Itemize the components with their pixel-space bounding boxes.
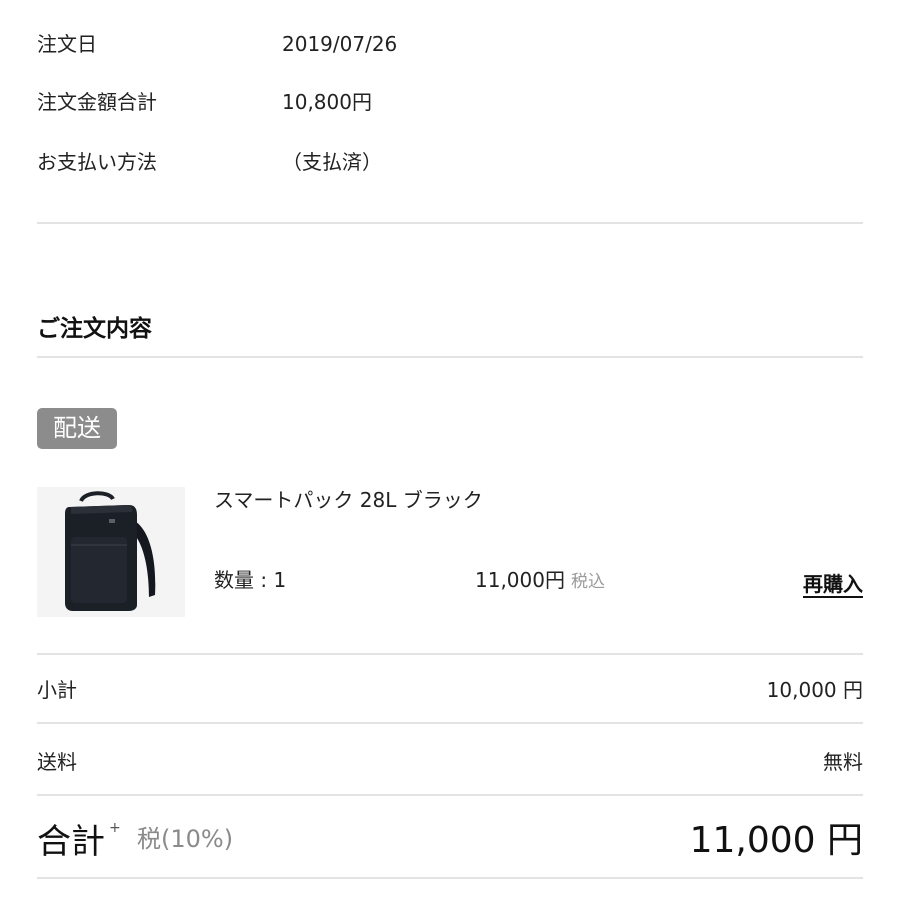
divider: [37, 653, 863, 655]
shipping-value: 無料: [823, 750, 863, 774]
rebuy-link[interactable]: 再購入: [803, 569, 863, 599]
divider: [37, 794, 863, 796]
product-name[interactable]: スマートパック 28L ブラック: [214, 484, 483, 516]
subtotal-value: 10,000 円: [766, 678, 863, 702]
payment-method-value: （支払済）: [282, 150, 382, 174]
total-plus-mark: +: [109, 820, 121, 836]
product-price: 11,000円 税込: [475, 565, 605, 597]
total-tax-note: 税(10%): [137, 825, 234, 853]
divider: [37, 222, 863, 224]
shipping-row: 送料 無料: [37, 747, 863, 777]
total-row: 合計 + 税(10%) 11,000 円: [37, 812, 863, 868]
total-value: 11,000 円: [689, 820, 863, 861]
order-amount-value: 10,800円: [282, 90, 372, 114]
subtotal-label: 小計: [37, 678, 77, 702]
payment-method-label: お支払い方法: [37, 150, 157, 174]
divider: [37, 356, 863, 358]
tax-included-note: 税込: [570, 572, 605, 592]
subtotal-row: 小計 10,000 円: [37, 675, 863, 705]
shipping-label: 送料: [37, 750, 77, 774]
order-date-label: 注文日: [37, 32, 97, 56]
order-date-value: 2019/07/26: [282, 32, 398, 56]
product-price-value: 11,000円: [475, 568, 565, 592]
backpack-icon: [65, 491, 156, 611]
divider: [37, 722, 863, 724]
order-contents-title: ご注文内容: [37, 316, 152, 342]
order-amount-label: 注文金額合計: [37, 90, 157, 114]
delivery-badge: 配送: [37, 408, 117, 449]
divider: [37, 877, 863, 879]
product-image[interactable]: [37, 487, 185, 617]
total-label: 合計: [37, 822, 105, 862]
product-quantity: 数量 : 1: [214, 568, 287, 592]
